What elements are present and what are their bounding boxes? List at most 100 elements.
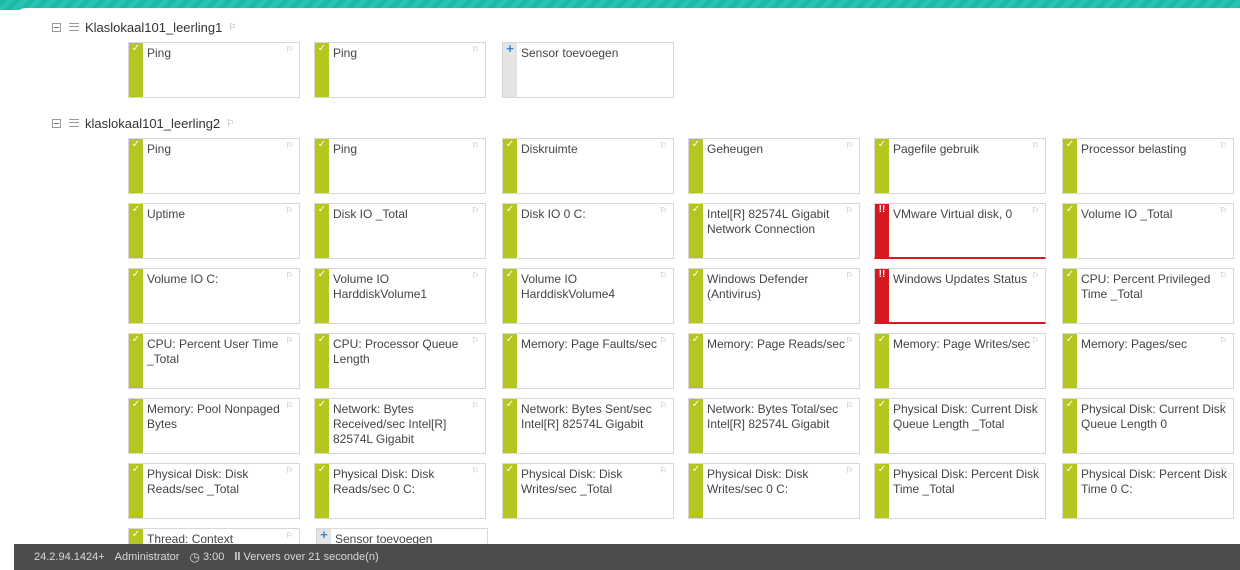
sensor-tile[interactable]: ✓ Physical Disk: Percent Disk Time 0 C: ⚐: [1062, 463, 1234, 519]
flag-icon[interactable]: ⚐: [1220, 466, 1227, 475]
device-name[interactable]: Klaslokaal101_leerling1: [85, 20, 222, 35]
flag-icon[interactable]: ⚐: [846, 271, 853, 280]
sensor-tile[interactable]: ✓ Thread: Context Switches/sec ⚐: [128, 528, 300, 544]
flag-icon[interactable]: ⚐: [1220, 336, 1227, 345]
flag-icon[interactable]: ⚐: [1032, 141, 1039, 150]
sensor-tile[interactable]: ✓ CPU: Percent Privileged Time _Total ⚐: [1062, 268, 1234, 324]
sensor-tile[interactable]: ✓ Disk IO 0 C: ⚐: [502, 203, 674, 259]
flag-icon[interactable]: ⚐: [660, 336, 667, 345]
flag-icon[interactable]: ⚐: [1220, 206, 1227, 215]
status-up-icon: ✓: [315, 269, 329, 323]
flag-icon[interactable]: ⚐: [228, 22, 236, 33]
sensor-tile[interactable]: ✓ Ping ⚐: [314, 42, 486, 98]
sensor-tile[interactable]: ✓ Diskruimte ⚐: [502, 138, 674, 194]
flag-icon[interactable]: ⚐: [286, 466, 293, 475]
flag-icon[interactable]: ⚐: [472, 466, 479, 475]
status-up-icon: ✓: [503, 399, 517, 453]
flag-icon[interactable]: ⚐: [1220, 141, 1227, 150]
flag-icon[interactable]: ⚐: [1032, 401, 1039, 410]
add-sensor-button[interactable]: + Sensor toevoegen: [502, 42, 674, 98]
flag-icon[interactable]: ⚐: [472, 141, 479, 150]
device-header-leerling2[interactable]: klaslokaal101_leerling2 ⚐: [52, 114, 234, 132]
status-up-icon: ✓: [689, 334, 703, 388]
flag-icon[interactable]: ⚐: [472, 45, 479, 54]
flag-icon[interactable]: ⚐: [660, 206, 667, 215]
status-up-icon: ✓: [875, 139, 889, 193]
sensor-tile[interactable]: ✓ Memory: Page Reads/sec ⚐: [688, 333, 860, 389]
sensor-tile[interactable]: ✓ Windows Defender (Antivirus) ⚐: [688, 268, 860, 324]
flag-icon[interactable]: ⚐: [660, 466, 667, 475]
sensor-tile[interactable]: ✓ Intel[R] 82574L Gigabit Network Connect…: [688, 203, 860, 259]
sensor-tile[interactable]: ✓ Network: Bytes Received/sec Intel[R] 82…: [314, 398, 486, 454]
add-sensor-button[interactable]: + Sensor toevoegen: [316, 528, 488, 544]
sensor-tile[interactable]: ✓ Memory: Page Writes/sec ⚐: [874, 333, 1046, 389]
sensor-tile[interactable]: ✓ Pagefile gebruik ⚐: [874, 138, 1046, 194]
flag-icon[interactable]: ⚐: [846, 336, 853, 345]
flag-icon[interactable]: ⚐: [286, 271, 293, 280]
sensor-tile[interactable]: ✓ Memory: Pages/sec ⚐: [1062, 333, 1234, 389]
sensor-tile[interactable]: ✓ Disk IO _Total ⚐: [314, 203, 486, 259]
sensor-tile[interactable]: ✓ CPU: Processor Queue Length ⚐: [314, 333, 486, 389]
flag-icon[interactable]: ⚐: [1032, 271, 1039, 280]
flag-icon[interactable]: ⚐: [660, 141, 667, 150]
flag-icon[interactable]: ⚐: [286, 531, 293, 540]
flag-icon[interactable]: ⚐: [846, 141, 853, 150]
collapse-icon[interactable]: [52, 22, 61, 32]
flag-icon[interactable]: ⚐: [660, 401, 667, 410]
sensor-tile[interactable]: ✓ Memory: Pool Nonpaged Bytes ⚐: [128, 398, 300, 454]
sensor-tile[interactable]: ✓ Volume IO HarddiskVolume1 ⚐: [314, 268, 486, 324]
sensor-tile[interactable]: ✓ CPU: Percent User Time _Total ⚐: [128, 333, 300, 389]
sensor-tile[interactable]: ✓ Processor belasting ⚐: [1062, 138, 1234, 194]
sensor-tile[interactable]: ✓ Physical Disk: Percent Disk Time _Total…: [874, 463, 1046, 519]
pause-icon[interactable]: ll: [234, 551, 240, 563]
flag-icon[interactable]: ⚐: [1032, 206, 1039, 215]
flag-icon[interactable]: ⚐: [286, 45, 293, 54]
sensor-tile[interactable]: ✓ Network: Bytes Sent/sec Intel[R] 82574L…: [502, 398, 674, 454]
flag-icon[interactable]: ⚐: [286, 336, 293, 345]
flag-icon[interactable]: ⚐: [1220, 401, 1227, 410]
flag-icon[interactable]: ⚐: [1220, 271, 1227, 280]
user-label[interactable]: Administrator: [115, 551, 180, 563]
flag-icon[interactable]: ⚐: [472, 336, 479, 345]
status-up-icon: ✓: [689, 399, 703, 453]
flag-icon[interactable]: ⚐: [286, 141, 293, 150]
sensor-tile[interactable]: ✓ Physical Disk: Disk Reads/sec _Total ⚐: [128, 463, 300, 519]
sensor-tile[interactable]: ✓ Physical Disk: Current Disk Queue Lengt…: [1062, 398, 1234, 454]
sensor-tile[interactable]: ✓ Network: Bytes Total/sec Intel[R] 82574…: [688, 398, 860, 454]
flag-icon[interactable]: ⚐: [660, 271, 667, 280]
flag-icon[interactable]: ⚐: [472, 271, 479, 280]
sensor-tile[interactable]: ✓ Volume IO HarddiskVolume4 ⚐: [502, 268, 674, 324]
sensor-tile[interactable]: !! VMware Virtual disk, 0 ⚐: [874, 203, 1046, 259]
flag-icon[interactable]: ⚐: [472, 206, 479, 215]
sensor-tile[interactable]: ✓ Volume IO _Total ⚐: [1062, 203, 1234, 259]
device-name[interactable]: klaslokaal101_leerling2: [85, 116, 220, 131]
flag-icon[interactable]: ⚐: [846, 401, 853, 410]
flag-icon[interactable]: ⚐: [1032, 336, 1039, 345]
collapse-icon[interactable]: [52, 118, 61, 128]
sensor-tile[interactable]: ✓ Memory: Page Faults/sec ⚐: [502, 333, 674, 389]
flag-icon[interactable]: ⚐: [286, 206, 293, 215]
sensor-tile[interactable]: ✓ Ping ⚐: [314, 138, 486, 194]
sensor-tile[interactable]: ✓ Physical Disk: Disk Writes/sec _Total ⚐: [502, 463, 674, 519]
sensor-tile[interactable]: ✓ Physical Disk: Current Disk Queue Lengt…: [874, 398, 1046, 454]
sensor-name: Volume IO HarddiskVolume4: [521, 272, 616, 301]
flag-icon[interactable]: ⚐: [286, 401, 293, 410]
flag-icon[interactable]: ⚐: [226, 118, 234, 129]
sensor-name: Memory: Pages/sec: [1081, 337, 1188, 351]
sensor-tile[interactable]: ✓ Physical Disk: Disk Writes/sec 0 C: ⚐: [688, 463, 860, 519]
device-header-leerling1[interactable]: Klaslokaal101_leerling1 ⚐: [52, 18, 236, 36]
status-up-icon: ✓: [315, 334, 329, 388]
sensor-tile[interactable]: ✓ Volume IO C: ⚐: [128, 268, 300, 324]
sensor-tile[interactable]: !! Windows Updates Status ⚐: [874, 268, 1046, 324]
sensor-tile[interactable]: ✓ Uptime ⚐: [128, 203, 300, 259]
flag-icon[interactable]: ⚐: [472, 401, 479, 410]
sensor-tile[interactable]: ✓ Geheugen ⚐: [688, 138, 860, 194]
flag-icon[interactable]: ⚐: [846, 466, 853, 475]
sensor-tile[interactable]: ✓ Ping ⚐: [128, 138, 300, 194]
flag-icon[interactable]: ⚐: [846, 206, 853, 215]
flag-icon[interactable]: ⚐: [1032, 466, 1039, 475]
status-up-icon: ✓: [875, 334, 889, 388]
sensor-tile[interactable]: ✓ Ping ⚐: [128, 42, 300, 98]
sensor-tile[interactable]: ✓ Physical Disk: Disk Reads/sec 0 C: ⚐: [314, 463, 486, 519]
refresh-label[interactable]: Ververs over 21 seconde(n): [243, 551, 378, 563]
